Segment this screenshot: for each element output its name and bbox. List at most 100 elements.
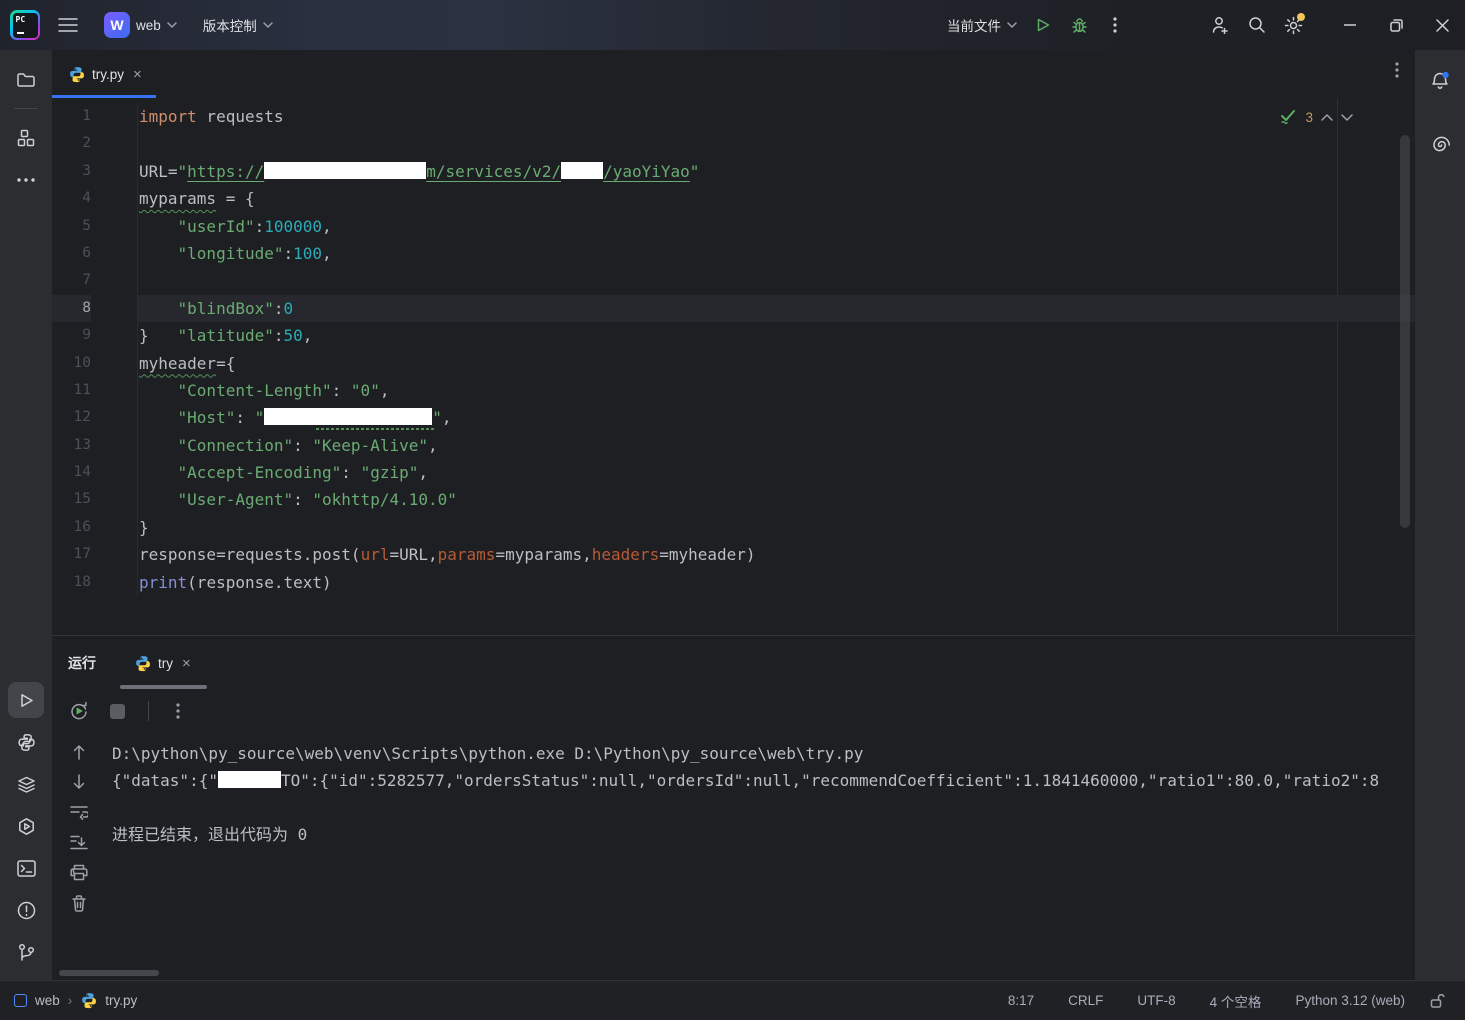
code-line[interactable]: "Host": "",	[138, 404, 1415, 431]
code-line[interactable]: myheader={	[138, 350, 1415, 377]
gutter-line-number[interactable]: 11	[52, 377, 91, 404]
chevron-down-icon	[167, 22, 177, 28]
search-everywhere-button[interactable]	[1239, 7, 1275, 43]
notifications-button[interactable]	[1422, 63, 1458, 99]
terminal-tool-button[interactable]	[8, 850, 44, 886]
window-restore-button[interactable]	[1373, 0, 1419, 50]
more-tool-windows-button[interactable]	[8, 162, 44, 198]
right-tool-strip	[1415, 50, 1465, 980]
editor-scrollbar[interactable]	[1400, 135, 1410, 528]
git-tool-button[interactable]	[8, 934, 44, 970]
project-avatar: W	[104, 12, 130, 38]
editor-gutter[interactable]: 123456789101112131415161718	[52, 103, 137, 596]
gutter-line-number[interactable]: 7	[52, 267, 91, 294]
gutter-line-number[interactable]: 4	[52, 185, 91, 212]
soft-wrap-icon[interactable]	[70, 804, 88, 820]
gutter-line-number[interactable]: 5	[52, 213, 91, 240]
gutter-line-number[interactable]: 17	[52, 541, 91, 568]
run-button[interactable]	[1025, 7, 1061, 43]
ai-assistant-button[interactable]	[1422, 127, 1458, 163]
print-icon[interactable]	[70, 864, 88, 881]
gutter-line-number[interactable]: 18	[52, 569, 91, 596]
code-line[interactable]: myparams = {	[138, 185, 1415, 212]
editor-tab-bar: try.py ×	[52, 50, 1415, 98]
code-line[interactable]: import requests	[138, 103, 1415, 130]
scroll-to-end-icon[interactable]	[70, 834, 88, 850]
up-stacktrace-icon[interactable]	[72, 744, 86, 760]
stop-button[interactable]	[102, 696, 132, 726]
code-with-me-button[interactable]	[1203, 7, 1239, 43]
indent-style[interactable]: 4 个空格	[1210, 991, 1262, 1011]
run-console[interactable]: D:\python\py_source\web\venv\Scripts\pyt…	[52, 732, 1415, 980]
python-packages-button[interactable]	[8, 766, 44, 802]
console-hscrollbar[interactable]	[59, 970, 159, 976]
main-menu-button[interactable]	[50, 7, 86, 43]
code-line[interactable]: "Content-Length": "0",	[138, 377, 1415, 404]
inspections-widget[interactable]: 3	[1279, 108, 1353, 126]
project-widget[interactable]: W web	[96, 6, 185, 44]
settings-button[interactable]	[1275, 7, 1311, 43]
gutter-line-number[interactable]: 1	[52, 103, 91, 130]
code-line[interactable]: "User-Agent": "okhttp/4.10.0"	[138, 486, 1415, 513]
code-line[interactable]: print(response.text)	[138, 569, 1415, 596]
gutter-line-number[interactable]: 13	[52, 432, 91, 459]
python-console-button[interactable]	[8, 724, 44, 760]
gutter-line-number[interactable]: 9	[52, 322, 91, 349]
kebab-icon	[1113, 17, 1117, 33]
terminal-icon	[17, 860, 36, 877]
gutter-line-number[interactable]: 10	[52, 350, 91, 377]
editor-tab-try-py[interactable]: try.py ×	[52, 50, 156, 98]
more-actions-button[interactable]	[1097, 7, 1133, 43]
vcs-widget[interactable]: 版本控制	[195, 9, 281, 41]
problems-tool-button[interactable]	[8, 892, 44, 928]
gutter-line-number[interactable]: 15	[52, 486, 91, 513]
code-line[interactable]: "userId":100000,	[138, 213, 1415, 240]
code-line[interactable]: "Accept-Encoding": "gzip",	[138, 459, 1415, 486]
gutter-line-number[interactable]: 16	[52, 514, 91, 541]
gutter-line-number[interactable]: 6	[52, 240, 91, 267]
window-close-button[interactable]	[1419, 0, 1465, 50]
code-line[interactable]: }	[138, 322, 1415, 349]
code-line[interactable]: }	[138, 514, 1415, 541]
file-encoding[interactable]: UTF-8	[1137, 993, 1175, 1008]
run-tool-window-button[interactable]	[8, 682, 44, 718]
code-line[interactable]: "latitude":50,	[138, 267, 1415, 294]
tab-close-icon[interactable]: ×	[131, 67, 144, 82]
code-line[interactable]: "blindBox":0	[138, 295, 1415, 322]
breadcrumb[interactable]: web › try.py	[0, 992, 137, 1009]
run-tab-try[interactable]: try ×	[120, 636, 207, 690]
code-line[interactable]: URL="https://m/services/v2//yaoYiYao"	[138, 158, 1415, 185]
rerun-button[interactable]	[64, 696, 94, 726]
gutter-line-number[interactable]: 14	[52, 459, 91, 486]
gutter-line-number[interactable]: 8	[52, 295, 91, 322]
caret-position[interactable]: 8:17	[1008, 993, 1034, 1008]
gutter-line-number[interactable]: 3	[52, 158, 91, 185]
code-lines[interactable]: import requests URL="https://m/services/v…	[137, 103, 1415, 596]
code-line[interactable]: response=requests.post(url=URL,params=my…	[138, 541, 1415, 568]
next-problem-icon[interactable]	[1341, 114, 1353, 121]
project-tool-button[interactable]	[8, 61, 44, 97]
console-output[interactable]: D:\python\py_source\web\venv\Scripts\pyt…	[105, 732, 1415, 980]
down-stacktrace-icon[interactable]	[72, 774, 86, 790]
gutter-line-number[interactable]: 2	[52, 130, 91, 157]
code-line[interactable]: "Connection": "Keep-Alive",	[138, 432, 1415, 459]
unlocked-padlock-icon[interactable]	[1429, 993, 1445, 1009]
services-tool-button[interactable]	[8, 808, 44, 844]
structure-tool-button[interactable]	[8, 120, 44, 156]
tab-options-button[interactable]	[1395, 62, 1399, 78]
run-configuration-selector[interactable]: 当前文件	[939, 9, 1025, 41]
clear-console-icon[interactable]	[71, 895, 87, 912]
services-hexagon-play-icon	[17, 817, 36, 836]
gutter-line-number[interactable]: 12	[52, 404, 91, 431]
code-line[interactable]	[138, 130, 1415, 157]
line-separator[interactable]: CRLF	[1068, 993, 1103, 1008]
console-line: {"datas":{"TO":{"id":5282577,"ordersStat…	[112, 767, 1415, 794]
code-editor[interactable]: 123456789101112131415161718 import reque…	[52, 98, 1415, 635]
debug-button[interactable]	[1061, 7, 1097, 43]
python-interpreter[interactable]: Python 3.12 (web)	[1295, 993, 1405, 1008]
run-more-options-button[interactable]	[165, 696, 191, 726]
window-minimize-button[interactable]	[1327, 0, 1373, 50]
run-tab-close-icon[interactable]: ×	[180, 656, 193, 671]
code-line[interactable]: "longitude":100,	[138, 240, 1415, 267]
prev-problem-icon[interactable]	[1321, 114, 1333, 121]
